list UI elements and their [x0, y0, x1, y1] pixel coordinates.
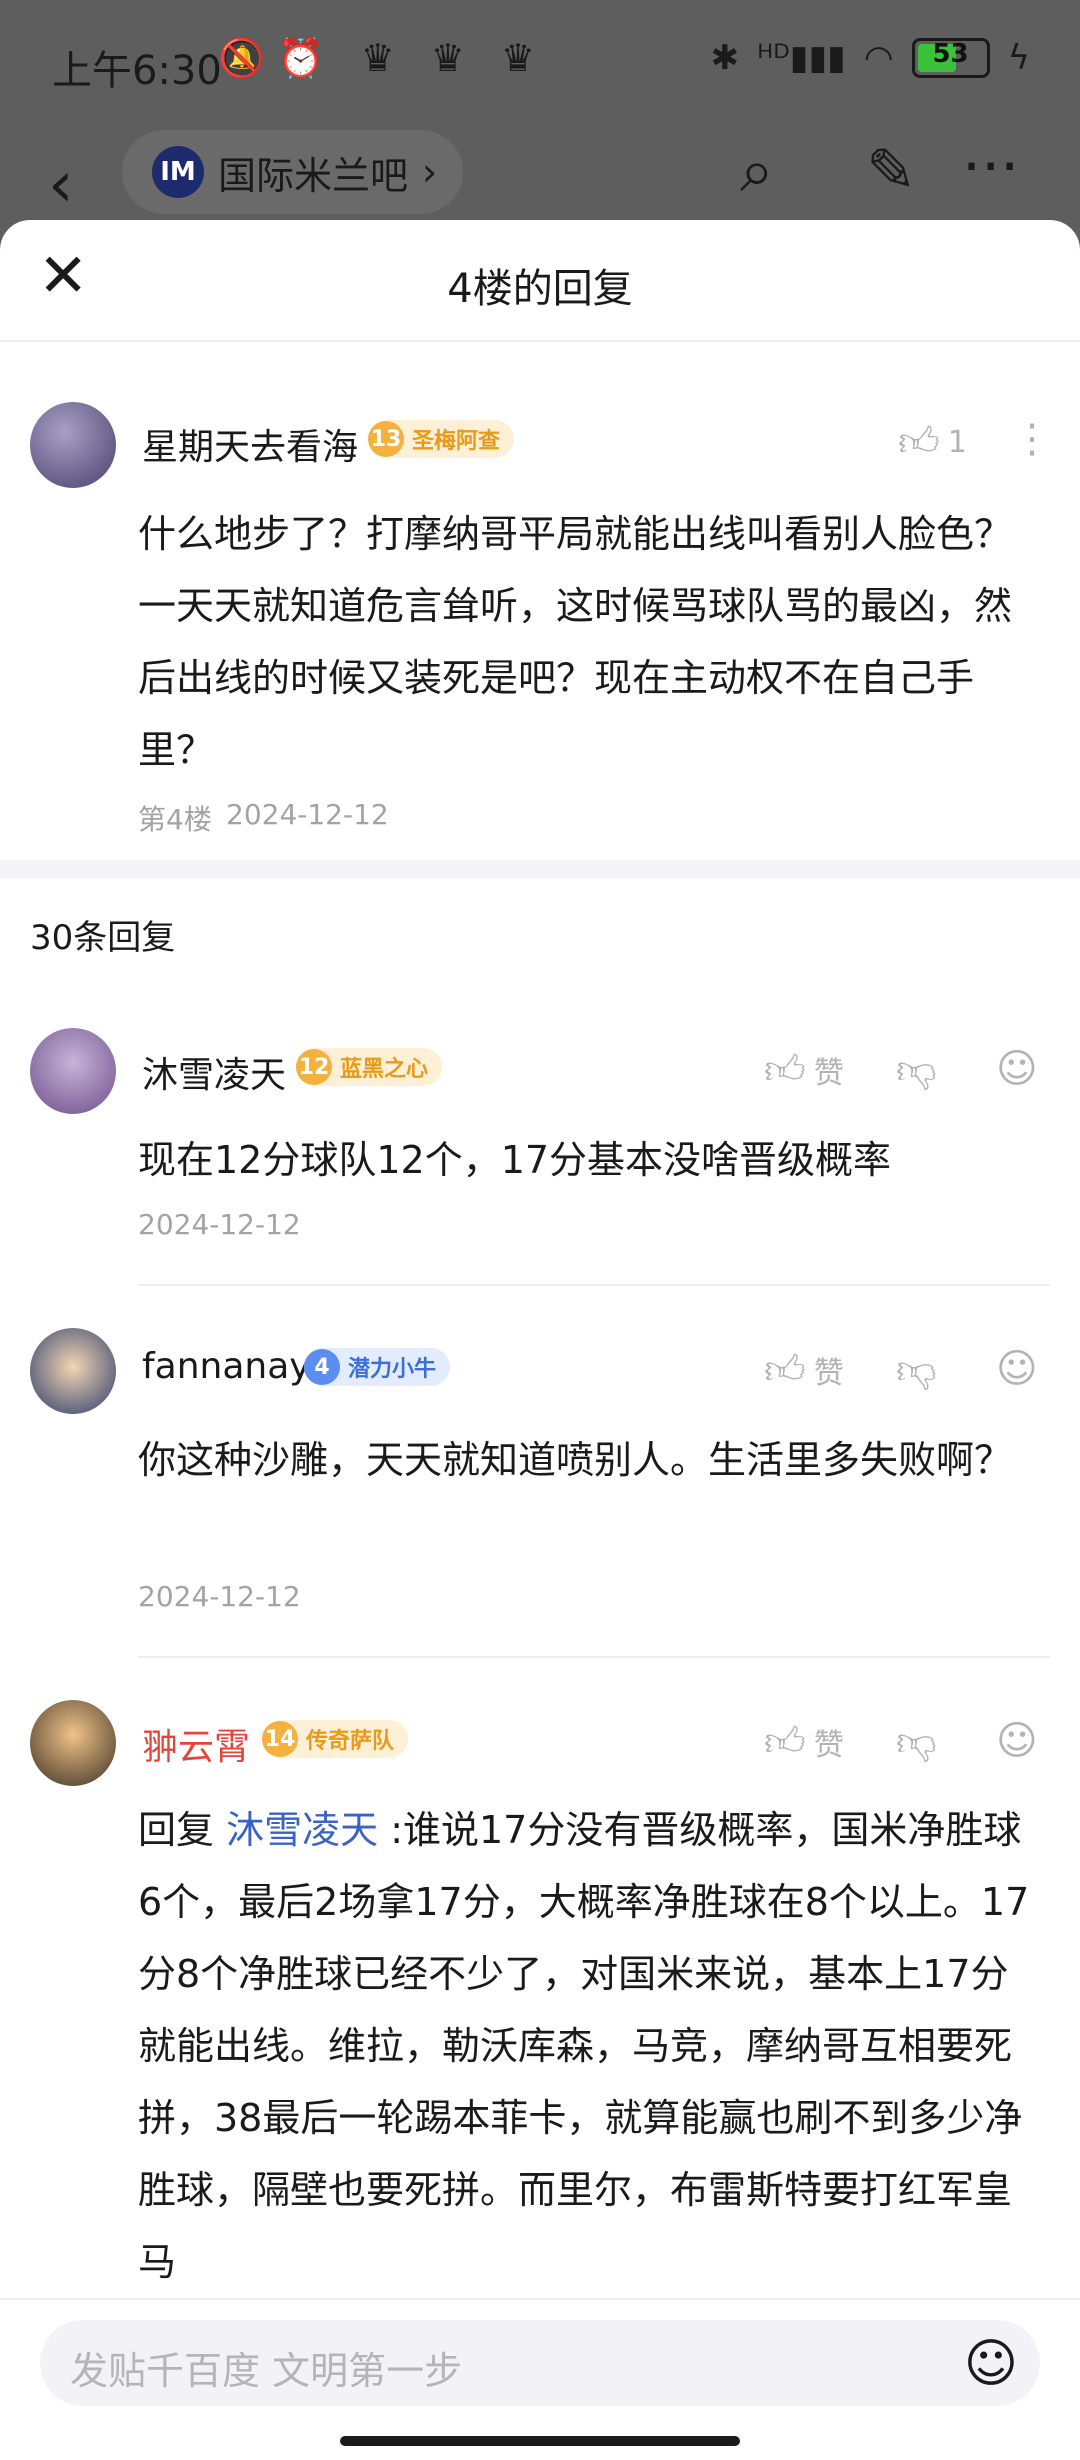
level-badge: 4 潜力小牛 [304, 1348, 451, 1386]
forum-pill[interactable]: IM 国际米兰吧 › [122, 130, 464, 214]
reply-content: 回复 沐雪凌天 :谁说17分没有晋级概率，国米净胜球6个，最后2场拿17分，大概… [138, 1794, 1038, 2298]
section-divider [0, 860, 1080, 878]
badge-title: 圣梅阿查 [412, 429, 501, 454]
more-options-icon[interactable]: ⋮ [1012, 416, 1052, 462]
thumbs-down-icon[interactable]: 👎︎ [896, 1346, 937, 1394]
like-count: 1 [947, 424, 967, 460]
comment-icon[interactable]: ☺ [996, 1346, 1038, 1392]
comment-input[interactable]: 发贴千百度 文明第一步 ☺ [40, 2320, 1040, 2406]
mention-link[interactable]: 沐雪凌天 [226, 1808, 378, 1852]
badge-title: 蓝黑之心 [340, 1057, 429, 1082]
username[interactable]: fannanay [142, 1346, 311, 1387]
reply-count: 30条回复 [30, 918, 176, 958]
floor-number: 第4楼 [138, 803, 212, 836]
comment-icon[interactable]: ☺ [996, 1718, 1038, 1764]
forum-logo: IM [152, 146, 204, 198]
charging-icon: ϟ [1007, 38, 1030, 78]
level-badge: 13 圣梅阿查 [368, 420, 515, 458]
comment-icon[interactable]: ☺ [996, 1046, 1038, 1092]
post-content: 什么地步了？打摩纳哥平局就能出线叫看别人脸色？一天天就知道危言耸听，这时候骂球队… [138, 512, 1013, 772]
search-icon[interactable]: ⌕ [740, 136, 774, 206]
sheet-header: ✕ 4楼的回复 [0, 220, 1080, 342]
more-icon[interactable]: ··· [962, 132, 1019, 202]
home-indicator [340, 2436, 740, 2446]
comment-placeholder: 发贴千百度 文明第一步 [70, 2349, 463, 2393]
badge-level: 12 [296, 1049, 332, 1085]
status-time: 上午6:30 [52, 48, 222, 94]
emoji-icon[interactable]: ☺ [964, 2334, 1018, 2394]
thumbs-down-icon[interactable]: 👎︎ [896, 1718, 937, 1766]
status-right: ✱ ᴴᴰ▮▮▮ ◠ 53 ϟ [711, 38, 1030, 78]
wifi-icon: ◠ [863, 38, 894, 78]
reply-text: :谁说17分没有晋级概率，国米净胜球6个，最后2场拿17分，大概率净胜球在8个以… [138, 1808, 1030, 2284]
username[interactable]: 沐雪凌天 [142, 1046, 286, 1098]
badge-level: 14 [262, 1721, 298, 1757]
reply-prefix: 回复 [138, 1808, 215, 1852]
bluetooth-icon: ✱ [710, 38, 740, 78]
status-bar: 上午6:30 🔕⏰ ♛ ♛ ♛ ✱ ᴴᴰ▮▮▮ ◠ 53 ϟ [0, 0, 1080, 130]
composer-bar: 发贴千百度 文明第一步 ☺ [0, 2298, 1080, 2460]
avatar[interactable] [30, 1328, 116, 1414]
sheet-title: 4楼的回复 [447, 266, 633, 312]
reply-sheet: ✕ 4楼的回复 星期天去看海 13 圣梅阿查 👍︎ 1 ⋮ 什么地步了？打摩纳哥… [0, 220, 1080, 2460]
reply-date: 2024-12-12 [138, 1208, 301, 1241]
thumbs-down-icon[interactable]: 👎︎ [896, 1046, 937, 1094]
like-button[interactable]: 👍︎ 赞 [764, 1046, 844, 1094]
username[interactable]: 翀云霄 [142, 1718, 250, 1770]
username[interactable]: 星期天去看海 [142, 418, 358, 470]
divider [138, 1284, 1050, 1286]
level-badge: 14 传奇萨队 [262, 1720, 409, 1758]
avatar[interactable] [30, 402, 116, 488]
signal-icon: ᴴᴰ▮▮▮ [757, 38, 846, 78]
thumbs-up-icon: 👍︎ [764, 1719, 806, 1765]
like-button[interactable]: 👍︎ 赞 [764, 1346, 844, 1394]
avatar[interactable] [30, 1028, 116, 1114]
forum-name: 国际米兰吧 [218, 153, 409, 198]
like-label: 赞 [813, 1728, 844, 1763]
like-label: 赞 [813, 1356, 844, 1391]
reply-content: 你这种沙雕，天天就知道喷别人。生活里多失败啊？ [138, 1438, 1013, 1482]
battery-level: 53 [932, 39, 969, 69]
badge-level: 4 [304, 1349, 340, 1385]
like-button[interactable]: 👍︎ 1 [898, 418, 967, 466]
post-date: 2024-12-12 [226, 798, 389, 831]
back-button[interactable]: ‹ [48, 148, 74, 222]
edit-icon[interactable]: ✎ [866, 136, 916, 206]
thumbs-up-icon: 👍︎ [764, 1047, 806, 1093]
level-badge: 12 蓝黑之心 [296, 1048, 443, 1086]
thumbs-up-icon: 👍︎ [898, 419, 940, 465]
badge-level: 13 [368, 421, 404, 457]
reply-date: 2024-12-12 [138, 1580, 301, 1613]
thumbs-up-icon: 👍︎ [764, 1347, 806, 1393]
like-label: 赞 [813, 1056, 844, 1091]
reply-content: 现在12分球队12个，17分基本没啥晋级概率 [138, 1138, 892, 1182]
avatar[interactable] [30, 1700, 116, 1786]
notification-icons: 🔕⏰ ♛ ♛ ♛ [218, 36, 548, 80]
chevron-right-icon: › [422, 150, 438, 194]
badge-title: 传奇萨队 [306, 1729, 395, 1754]
battery-icon: 53 [911, 38, 990, 78]
divider [138, 1656, 1050, 1658]
like-button[interactable]: 👍︎ 赞 [764, 1718, 844, 1766]
badge-title: 潜力小牛 [348, 1357, 437, 1382]
